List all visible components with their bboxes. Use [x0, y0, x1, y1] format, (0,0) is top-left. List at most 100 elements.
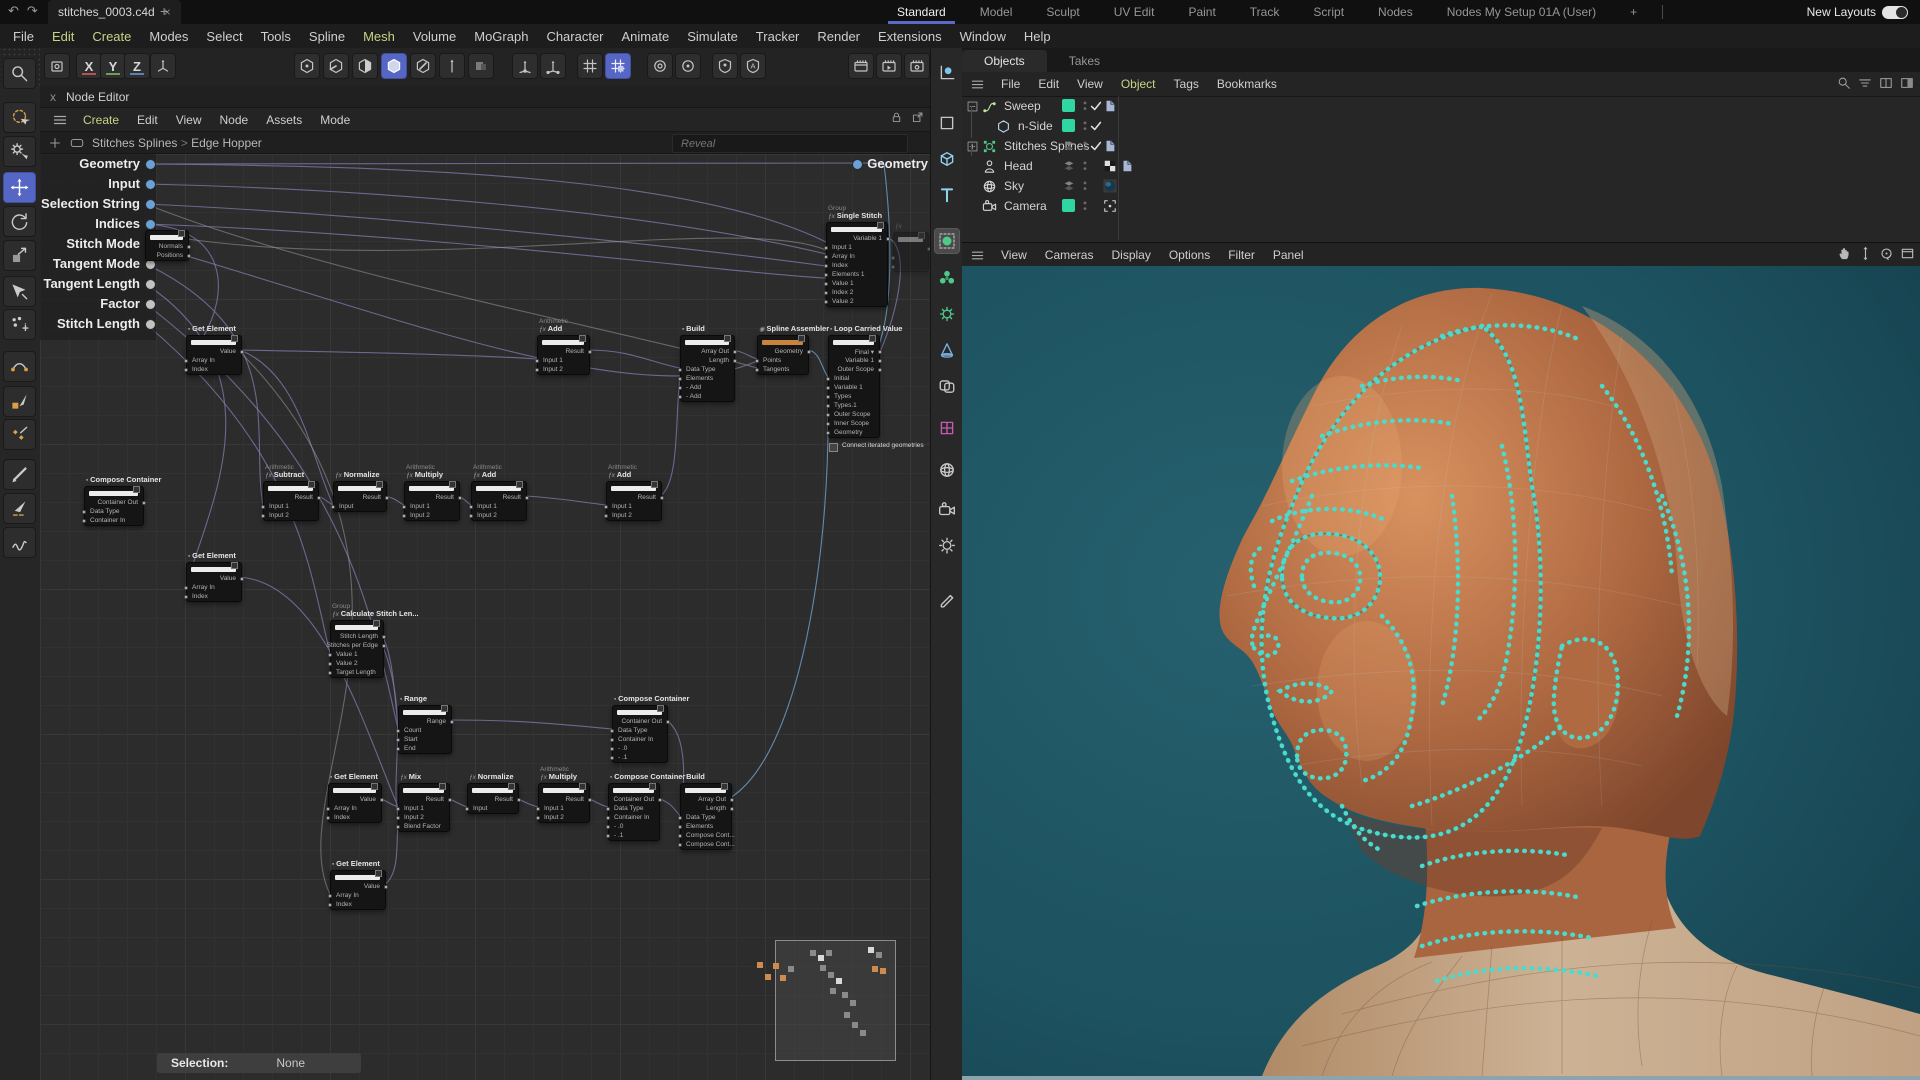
input-port[interactable]: Blend Factor [399, 822, 449, 831]
layout-tab-script[interactable]: Script [1296, 0, 1361, 24]
object-row-head[interactable]: Head [962, 156, 1920, 176]
menu-create[interactable]: Create [83, 29, 140, 44]
object-label[interactable]: Head [1004, 159, 1033, 173]
input-port[interactable]: Index [827, 261, 887, 270]
close-panel-icon[interactable]: x [50, 90, 56, 104]
guides-button[interactable] [712, 53, 738, 79]
output-port[interactable]: Result [334, 493, 386, 502]
coordinate-system-button[interactable] [150, 53, 176, 79]
input-port[interactable]: Start [399, 735, 451, 744]
menu-help[interactable]: Help [1015, 29, 1060, 44]
node-compose-container-1[interactable]: ▪ Compose ContainerContainer OutData Typ… [84, 486, 144, 526]
node-get-element-2[interactable]: ▪ Get ElementValueArray InIndex [186, 562, 242, 602]
node-editor-menu-mode[interactable]: Mode [311, 113, 359, 127]
output-port[interactable]: Value [187, 347, 241, 356]
checker-icon[interactable] [1103, 159, 1117, 173]
node-mix[interactable]: ƒx MixResultInput 1Input 2Blend Factor [398, 783, 450, 832]
node-normalize-1[interactable]: ƒx NormalizeResultInput [333, 481, 387, 512]
layer-state-icon[interactable] [1062, 159, 1076, 173]
lock-icon[interactable] [890, 111, 903, 124]
input-port[interactable]: Input 2 [472, 511, 526, 520]
output-port[interactable]: Result [539, 795, 589, 804]
input-port[interactable]: Index [331, 900, 385, 909]
hamburger-icon[interactable] [970, 77, 985, 92]
input-port[interactable]: Target Length [331, 668, 383, 677]
palette-material[interactable] [934, 586, 960, 612]
expander-minus-icon[interactable] [967, 101, 978, 112]
input-port[interactable]: Compose Cont... [681, 840, 731, 849]
workplane-button[interactable] [468, 53, 494, 79]
object-label[interactable]: Sweep [1004, 99, 1041, 113]
input-port[interactable]: - Add [681, 392, 734, 401]
menu-window[interactable]: Window [951, 29, 1015, 44]
input-port[interactable]: Input [334, 502, 386, 511]
input-port[interactable]: Geometry [829, 428, 879, 437]
object-menu-object[interactable]: Object [1112, 77, 1165, 91]
output-port[interactable]: Result [468, 795, 518, 804]
render-settings-button[interactable] [904, 53, 930, 79]
layout-tab-sculpt[interactable]: Sculpt [1029, 0, 1096, 24]
polygon-mode-button[interactable] [352, 53, 378, 79]
input-port[interactable]: - Add [681, 383, 734, 392]
input-port[interactable]: Input 2 [607, 511, 661, 520]
input-port[interactable]: Input 2 [399, 813, 449, 822]
visibility-dots[interactable] [1078, 159, 1092, 173]
input-port[interactable]: Input 1 [405, 502, 459, 511]
palette-deformer[interactable] [934, 415, 960, 441]
object-label[interactable]: n-Side [1018, 119, 1053, 133]
object-row-sweep[interactable]: Sweep [962, 96, 1920, 116]
render-view-button[interactable] [848, 53, 874, 79]
input-port[interactable]: Input 2 [264, 511, 318, 520]
output-port[interactable]: Result [607, 493, 661, 502]
check-icon[interactable] [1089, 139, 1103, 153]
quantize-button[interactable] [605, 53, 631, 79]
input-port[interactable]: Value 1 [827, 279, 887, 288]
magnifier-icon[interactable] [1837, 76, 1851, 90]
input-port[interactable]: Input 1 [264, 502, 318, 511]
palette-rectangle[interactable] [934, 110, 960, 136]
palette-light[interactable] [934, 533, 960, 559]
layer-state-icon[interactable] [1062, 139, 1076, 153]
output-port[interactable]: Container Out [613, 717, 667, 726]
object-label[interactable]: Stitches Splines [1004, 139, 1089, 153]
palette-camera[interactable] [934, 497, 960, 523]
output-port[interactable]: Geometry [758, 347, 808, 356]
input-port[interactable]: Input 1 [539, 804, 589, 813]
group-input-stitch-mode[interactable]: Stitch Mode [40, 238, 140, 250]
layout-tab-model[interactable]: Model [963, 0, 1030, 24]
points-move-tool[interactable] [3, 309, 36, 340]
input-port[interactable]: Container In [613, 735, 667, 744]
palette-spline-chart[interactable] [934, 60, 960, 86]
sphere-thumb-icon[interactable] [1103, 179, 1117, 193]
reveal-search-input[interactable] [672, 134, 908, 153]
viewport-layout-button[interactable] [44, 53, 70, 79]
input-port[interactable]: Input 1 [538, 356, 589, 365]
menu-tools[interactable]: Tools [252, 29, 300, 44]
output-port[interactable]: Length [681, 804, 731, 813]
input-port[interactable] [894, 253, 928, 262]
new-layouts-label[interactable]: New Layouts [1807, 0, 1876, 24]
input-port[interactable]: - .1 [609, 831, 659, 840]
menu-select[interactable]: Select [197, 29, 251, 44]
palette-generator[interactable] [934, 301, 960, 327]
input-port[interactable]: Data Type [609, 804, 659, 813]
menu-tracker[interactable]: Tracker [747, 29, 809, 44]
frame-icon[interactable] [1900, 76, 1914, 90]
input-port[interactable]: Data Type [613, 726, 667, 735]
palette-text[interactable] [934, 182, 960, 208]
node-loop-carried-value[interactable]: ▪ Loop Carried ValueFinal ▾Variable 1Out… [828, 335, 880, 438]
input-port[interactable]: Variable 1 [829, 383, 879, 392]
menu-spline[interactable]: Spline [300, 29, 354, 44]
node-add-2[interactable]: Arithmeticƒx AddResultInput 1Input 2 [471, 481, 527, 521]
add-node-icon[interactable] [48, 136, 62, 150]
menu-volume[interactable]: Volume [404, 29, 465, 44]
node-get-element-1[interactable]: ▪ Get ElementValueArray InIndex [186, 335, 242, 375]
group-input-factor[interactable]: Factor [40, 298, 140, 310]
palette-sphere[interactable] [934, 228, 960, 254]
input-port[interactable]: Elements [681, 374, 734, 383]
visibility-dots[interactable] [1078, 199, 1092, 213]
menu-extensions[interactable]: Extensions [869, 29, 951, 44]
output-port[interactable]: Result [405, 493, 459, 502]
object-label[interactable]: Sky [1004, 179, 1024, 193]
output-port[interactable]: Positions [146, 251, 188, 260]
